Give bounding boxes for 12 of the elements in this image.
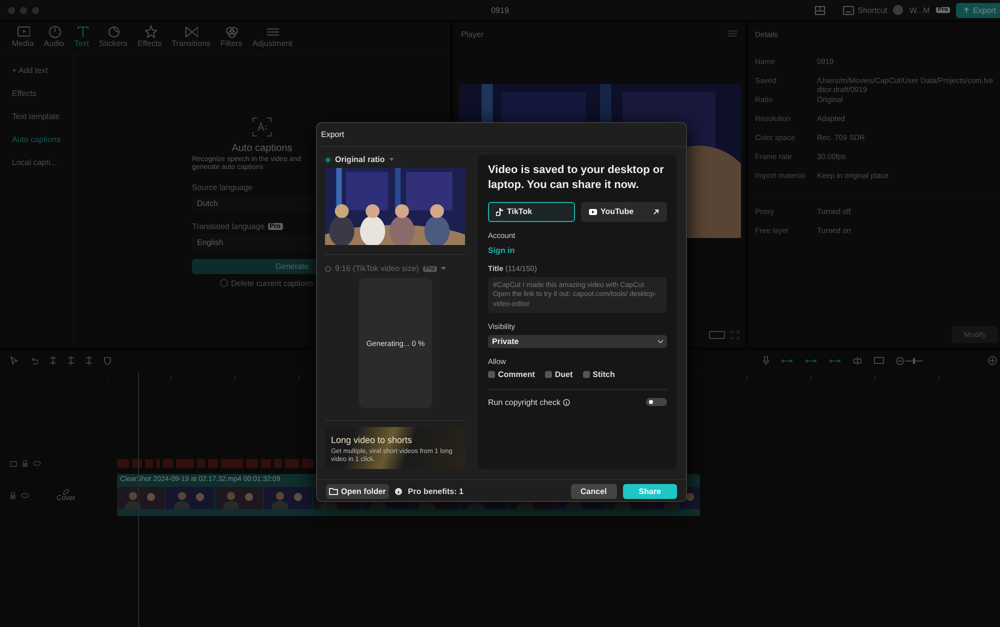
checkbox-label: Duet xyxy=(554,370,573,379)
checkbox-label: Comment xyxy=(498,370,535,379)
panel-title: Auto captions xyxy=(230,143,294,154)
toggle-label: Run copyright check xyxy=(488,398,560,407)
field-label: Translated language xyxy=(192,222,265,231)
pro-benefits-text: Pro benefits: 1 xyxy=(408,487,464,496)
promo-title: Long video to shorts xyxy=(331,435,414,445)
window-title: 0919 xyxy=(491,6,509,14)
checkbox-label: Delete current captions xyxy=(231,278,314,288)
field-label: Source language xyxy=(192,182,254,192)
panel-title: Player xyxy=(461,30,484,39)
checkbox-label: Stitch xyxy=(592,370,615,379)
